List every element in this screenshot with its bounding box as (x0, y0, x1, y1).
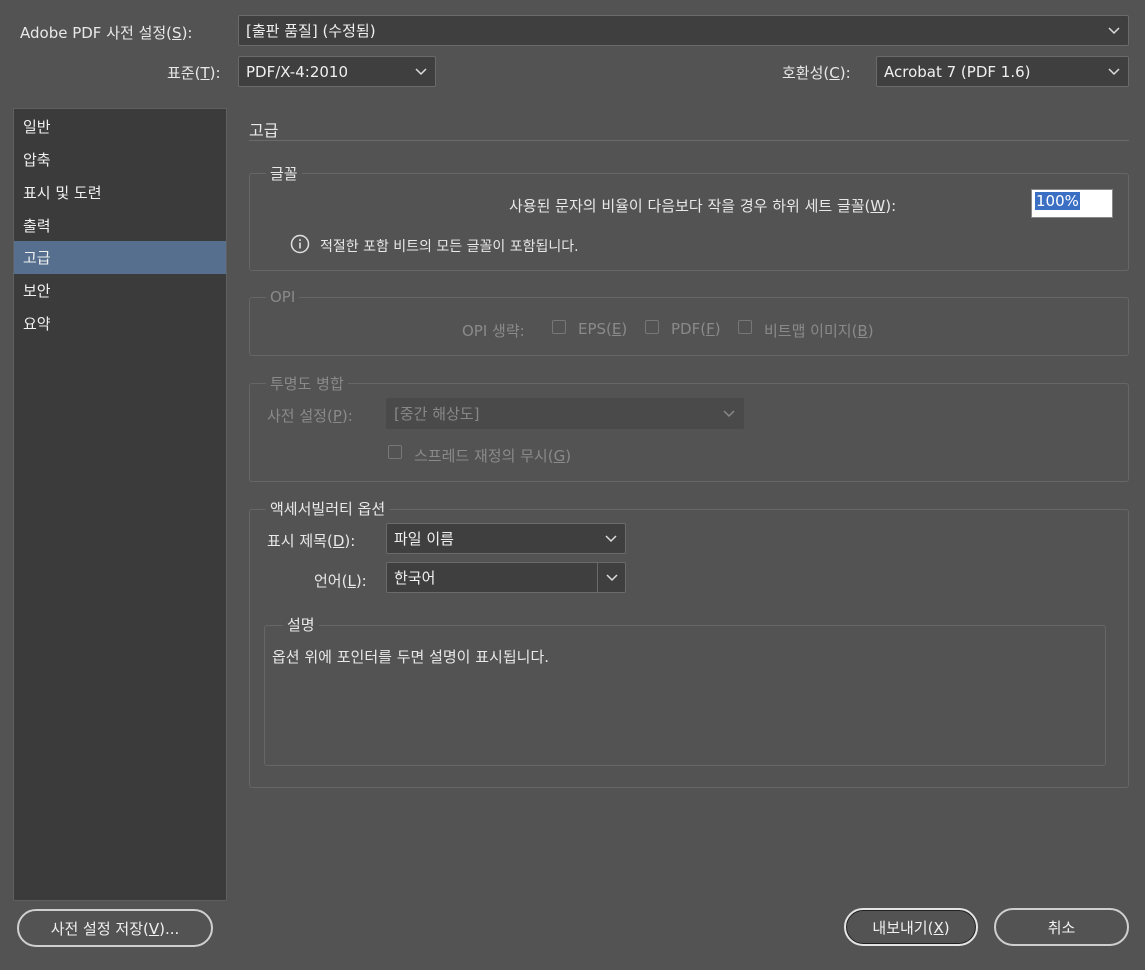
chevron-down-icon (605, 534, 617, 542)
section-divider (249, 140, 1129, 141)
subset-threshold-value: 100% (1035, 192, 1080, 210)
opi-bitmap-label: 비트맵 이미지(B) (764, 322, 874, 340)
save-preset-button[interactable]: 사전 설정 저장(V)... (17, 909, 213, 947)
fonts-info-text: 적절한 포함 비트의 모든 글꼴이 포함됩니다. (320, 239, 579, 255)
subset-threshold-input[interactable]: 100% (1031, 189, 1113, 218)
save-preset-label: 사전 설정 저장(V)... (50, 919, 180, 938)
display-title-select[interactable]: 파일 이름 (386, 523, 626, 554)
fonts-group (249, 173, 1129, 271)
opi-pdf-checkbox[interactable] (645, 320, 659, 334)
sidebar-item-label: 고급 (23, 249, 51, 267)
chevron-down-icon (1108, 26, 1120, 34)
sidebar-item-label: 표시 및 도련 (23, 184, 102, 202)
sidebar-item-security[interactable]: 보안 (14, 274, 226, 307)
opi-pdf-label: PDF(F) (671, 320, 721, 338)
chevron-down-icon (415, 67, 427, 75)
compat-select[interactable]: Acrobat 7 (PDF 1.6) (876, 56, 1129, 87)
language-value: 한국어 (394, 569, 436, 587)
flattener-preset-select[interactable]: [중간 해상도] (386, 398, 744, 429)
section-title: 고급 (249, 121, 279, 140)
fonts-group-title: 글꼴 (266, 163, 302, 184)
transparency-group-title: 투명도 병합 (266, 373, 348, 394)
export-label: 내보내기(X) (872, 918, 950, 937)
cancel-label: 취소 (1047, 918, 1076, 937)
description-text: 옵션 위에 포인터를 두면 설명이 표시됩니다. (272, 648, 550, 666)
sidebar-item-compression[interactable]: 압축 (14, 143, 226, 176)
cancel-button[interactable]: 취소 (994, 908, 1129, 946)
category-sidebar: 일반 압축 표시 및 도련 출력 고급 보안 요약 (13, 108, 227, 901)
sidebar-item-label: 출력 (23, 217, 51, 235)
sidebar-item-label: 일반 (23, 118, 51, 136)
opi-eps-label: EPS(E) (578, 320, 628, 338)
display-title-value: 파일 이름 (394, 530, 454, 548)
export-button[interactable]: 내보내기(X) (844, 908, 978, 946)
sidebar-item-output[interactable]: 출력 (14, 209, 226, 242)
flattener-preset-label: 사전 설정(P): (267, 407, 353, 425)
standard-value: PDF/X-4:2010 (246, 62, 348, 81)
standard-label: 표준(T): (167, 64, 221, 82)
display-title-label: 표시 제목(D): (267, 532, 356, 550)
subset-label: 사용된 문자의 비율이 다음보다 작을 경우 하위 세트 글꼴(W): (509, 197, 897, 215)
language-combobox[interactable]: 한국어 (386, 562, 626, 593)
ignore-spread-overrides-label: 스프레드 재정의 무시(G) (414, 447, 572, 465)
sidebar-item-label: 요약 (23, 315, 51, 333)
standard-select[interactable]: PDF/X-4:2010 (238, 56, 436, 87)
compat-value: Acrobat 7 (PDF 1.6) (884, 62, 1031, 81)
sidebar-item-label: 압축 (23, 151, 51, 169)
preset-select[interactable]: [출판 품질] (수정됨) (238, 15, 1129, 46)
description-group-title: 설명 (283, 614, 319, 635)
preset-label: Adobe PDF 사전 설정(S): (20, 24, 193, 42)
preset-value: [출판 품질] (수정됨) (246, 22, 376, 40)
info-icon (290, 234, 310, 254)
opi-group-title: OPI (266, 288, 300, 306)
sidebar-item-marks-bleeds[interactable]: 표시 및 도련 (14, 176, 226, 209)
flattener-preset-value: [중간 해상도] (394, 405, 480, 423)
chevron-down-icon (723, 409, 735, 417)
chevron-down-icon (606, 574, 618, 582)
sidebar-item-advanced[interactable]: 고급 (14, 241, 226, 274)
sidebar-item-general[interactable]: 일반 (14, 110, 226, 143)
language-label: 언어(L): (314, 572, 367, 590)
opi-bitmap-checkbox[interactable] (738, 320, 752, 334)
sidebar-item-label: 보안 (23, 282, 51, 300)
ignore-spread-overrides-checkbox[interactable] (388, 445, 402, 459)
chevron-down-icon (1108, 67, 1120, 75)
opi-omit-label: OPI 생략: (462, 322, 525, 340)
compat-label: 호환성(C): (782, 64, 851, 82)
sidebar-item-summary[interactable]: 요약 (14, 307, 226, 340)
accessibility-group-title: 액세서빌러티 옵션 (266, 498, 390, 519)
opi-eps-checkbox[interactable] (552, 320, 566, 334)
language-dropdown-button[interactable] (597, 563, 625, 592)
